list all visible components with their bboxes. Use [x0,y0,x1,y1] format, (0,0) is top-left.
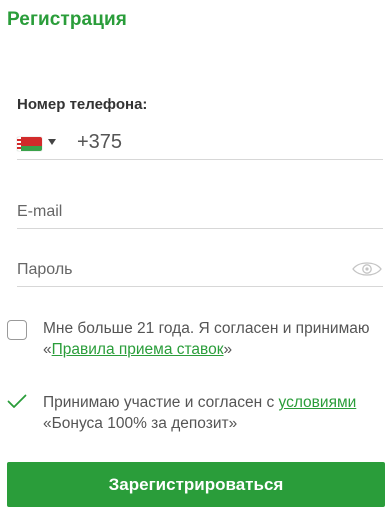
age-consent-text: Мне больше 21 года. Я согласен и принима… [43,320,370,358]
belarus-flag-icon[interactable] [17,137,42,151]
email-field-container [17,195,383,229]
age-consent-checkbox[interactable] [7,320,27,340]
betting-rules-link[interactable]: Правила приема ставок [52,341,224,358]
bonus-terms-link[interactable]: условиями [279,394,357,411]
phone-label: Номер телефона: [17,96,148,113]
registration-page: Регистрация Номер телефона: Мне больше 2… [0,0,391,515]
password-field-container [17,253,383,287]
email-field[interactable] [17,195,383,228]
page-title: Регистрация [7,9,127,30]
register-button[interactable]: Зарегистрироваться [7,462,385,507]
eye-icon[interactable] [351,259,383,279]
phone-input[interactable] [77,131,357,154]
password-field[interactable] [17,253,383,286]
bonus-consent-text: Принимаю участие и согласен с условиями … [43,394,357,432]
phone-field [17,128,383,160]
chevron-down-icon[interactable] [48,139,56,145]
checkmark-icon[interactable] [7,394,27,410]
